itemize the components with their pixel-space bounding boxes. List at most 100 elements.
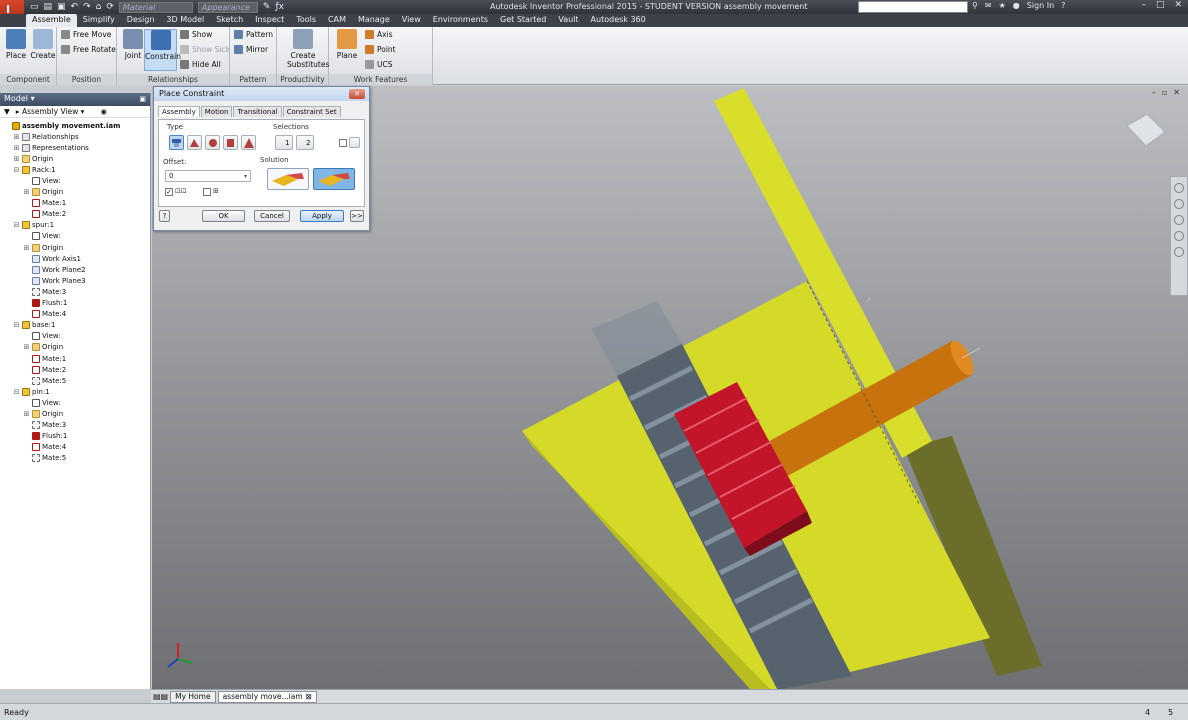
angle-type-button[interactable] [187,135,202,150]
orbit-icon[interactable] [1174,231,1184,241]
point-button[interactable]: Point [365,45,396,54]
filter-icon[interactable]: ▼ [4,107,10,116]
predict-offset-icon[interactable] [349,137,360,148]
dialog-tab-transitional[interactable]: Transitional [233,106,282,117]
home-icon[interactable]: ⌂ [96,2,102,12]
symmetry-type-button[interactable] [241,135,256,150]
search-icon[interactable]: ⚲ [972,1,978,10]
tree-node[interactable]: ⊞ Origin [0,408,150,419]
tree-node[interactable]: ⊞ Origin [0,342,150,353]
favorites-icon[interactable]: ★ [999,1,1006,10]
tree-node[interactable]: Work Plane2 [0,264,150,275]
tree-node[interactable]: ⊞ Origin [0,187,150,198]
tree-node[interactable]: Mate:1 [0,198,150,209]
tab-vault[interactable]: Vault [552,14,584,27]
offset-input[interactable]: 0 ▾ [165,170,251,182]
tree-node[interactable]: View: [0,175,150,186]
tree-node[interactable]: ⊞ Relationships [0,131,150,142]
tab-3d-model[interactable]: 3D Model [160,14,210,27]
appearance-dropdown[interactable]: Appearance [197,1,258,13]
expand-toggle-icon[interactable]: ⊟ [13,221,20,229]
minimize-icon[interactable]: – [1141,0,1146,10]
update-icon[interactable]: ⟳ [106,2,114,12]
undo-icon[interactable]: ↶ [71,2,79,12]
apply-button[interactable]: Apply [300,210,344,222]
tree-node[interactable]: View: [0,231,150,242]
pattern-button[interactable]: Pattern [234,30,273,39]
help-search-input[interactable] [858,1,968,13]
tree-node[interactable]: Flush:1 [0,298,150,309]
show-preview-checkbox[interactable]: ✓ [165,188,173,196]
insert-type-button[interactable] [223,135,238,150]
my-home-tab[interactable]: My Home [170,690,216,703]
show-sick-button[interactable]: Show Sick [180,45,230,54]
expand-toggle-icon[interactable]: ⊞ [13,144,20,152]
show-button[interactable]: Show [180,30,212,39]
tab-manage[interactable]: Manage [352,14,396,27]
tab-autodesk-360[interactable]: Autodesk 360 [585,14,652,27]
close-icon[interactable]: ✕ [1174,0,1182,10]
new-icon[interactable]: ▭ [30,2,39,12]
dialog-tab-constraint-set[interactable]: Constraint Set [282,106,341,117]
browser-header[interactable]: Model ▾ ▣ [0,93,150,106]
comm-center-icon[interactable]: ✉ [985,1,992,10]
expand-toggle-icon[interactable]: ⊞ [23,244,30,252]
zoom-icon[interactable] [1174,215,1184,225]
look-at-icon[interactable] [1174,247,1184,257]
ucs-button[interactable]: UCS [365,60,393,69]
vp-minimize-icon[interactable]: – [1152,88,1156,97]
expand-toggle-icon[interactable]: ⊞ [13,133,20,141]
free-rotate-button[interactable]: Free Rotate [61,45,116,54]
expand-toggle-icon[interactable]: ⊞ [23,410,30,418]
tab-cam[interactable]: CAM [322,14,352,27]
tree-node[interactable]: Mate:5 [0,453,150,464]
component-panel-title[interactable]: Component [0,74,56,85]
user-icon[interactable]: ● [1013,1,1020,10]
expand-toggle-icon[interactable]: ⊞ [23,343,30,351]
tab-assemble[interactable]: Assemble [26,14,77,27]
view-cube[interactable] [1126,113,1166,147]
joint-button[interactable]: Joint [119,29,147,60]
selection-1-button[interactable]: 1 [275,135,293,150]
tree-node[interactable]: Work Plane3 [0,275,150,286]
flush-solution-button[interactable] [313,168,355,190]
place-button[interactable]: Place [2,29,30,60]
maximize-icon[interactable]: □ [1156,0,1165,10]
pattern-panel-title[interactable]: Pattern [230,74,276,85]
tree-node[interactable]: ⊟ pin:1 [0,386,150,397]
tree-node[interactable]: Mate:2 [0,364,150,375]
fx-icon[interactable]: ƒx [275,2,284,12]
ok-button[interactable]: OK [202,210,245,222]
plane-button[interactable]: Plane [333,29,361,60]
save-icon[interactable]: ▣ [57,2,66,12]
expand-toggle-icon[interactable]: ⊟ [13,388,20,396]
find-icon[interactable]: ◉ [100,107,107,116]
tree-node[interactable]: ⊟ Rack:1 [0,164,150,175]
tree-node[interactable]: Mate:3 [0,286,150,297]
expand-toggle-icon[interactable]: ⊞ [13,155,20,163]
tab-view[interactable]: View [396,14,427,27]
tree-node[interactable]: ⊟ spur:1 [0,220,150,231]
clear-override-icon[interactable]: ✎ [263,2,271,12]
expand-toggle-icon[interactable]: ⊞ [23,188,30,196]
work-features-panel-title[interactable]: Work Features [329,74,432,85]
tree-node[interactable]: Mate:3 [0,420,150,431]
assembly-view-dropdown[interactable]: ▸ Assembly View ▾ [16,107,85,116]
material-dropdown[interactable]: Material [118,1,193,13]
dialog-close-button[interactable]: ✕ [349,89,365,99]
first-click-checkbox[interactable] [339,139,347,147]
mirror-button[interactable]: Mirror [234,45,268,54]
tree-node[interactable]: Mate:4 [0,309,150,320]
tree-node[interactable]: View: [0,397,150,408]
mate-solution-button[interactable] [267,168,309,190]
tree-node[interactable]: View: [0,331,150,342]
constrain-button[interactable]: Constrain [144,29,181,71]
tree-node[interactable]: ⊞ Representations [0,142,150,153]
cancel-button[interactable]: Cancel [254,210,290,222]
free-move-button[interactable]: Free Move [61,30,111,39]
tab-design[interactable]: Design [121,14,161,27]
redo-icon[interactable]: ↷ [83,2,91,12]
tree-node[interactable]: Work Axis1 [0,253,150,264]
tree-node[interactable]: Mate:2 [0,209,150,220]
tree-node[interactable]: Mate:5 [0,375,150,386]
